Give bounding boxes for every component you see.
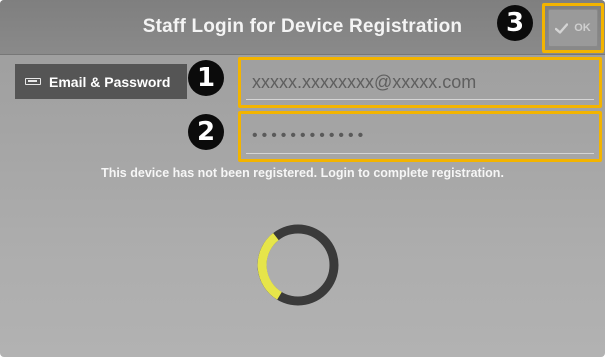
spinner-progress xyxy=(257,233,283,300)
step-marker-3: 3 xyxy=(497,5,533,41)
email-field[interactable]: xxxxx.xxxxxxxx@xxxxx.com xyxy=(246,65,594,100)
keyboard-icon xyxy=(25,78,41,85)
step-marker-2: 2 xyxy=(188,114,224,150)
tab-email-password-label: Email & Password xyxy=(49,73,171,90)
status-message: This device has not been registered. Log… xyxy=(101,166,504,180)
ok-button-label: OK xyxy=(574,22,591,34)
tab-email-password[interactable]: Email & Password xyxy=(15,64,187,99)
check-icon xyxy=(555,22,569,34)
registration-screen: Staff Login for Device Registration OK 3… xyxy=(0,0,605,357)
email-field-highlight: xxxxx.xxxxxxxx@xxxxx.com xyxy=(238,57,602,108)
password-field-highlight: •••••••••••• xyxy=(238,111,602,162)
loading-spinner-icon xyxy=(257,224,339,306)
password-field[interactable]: •••••••••••• xyxy=(246,119,594,154)
ok-button[interactable]: OK xyxy=(548,9,598,47)
step-marker-1: 1 xyxy=(188,60,224,96)
